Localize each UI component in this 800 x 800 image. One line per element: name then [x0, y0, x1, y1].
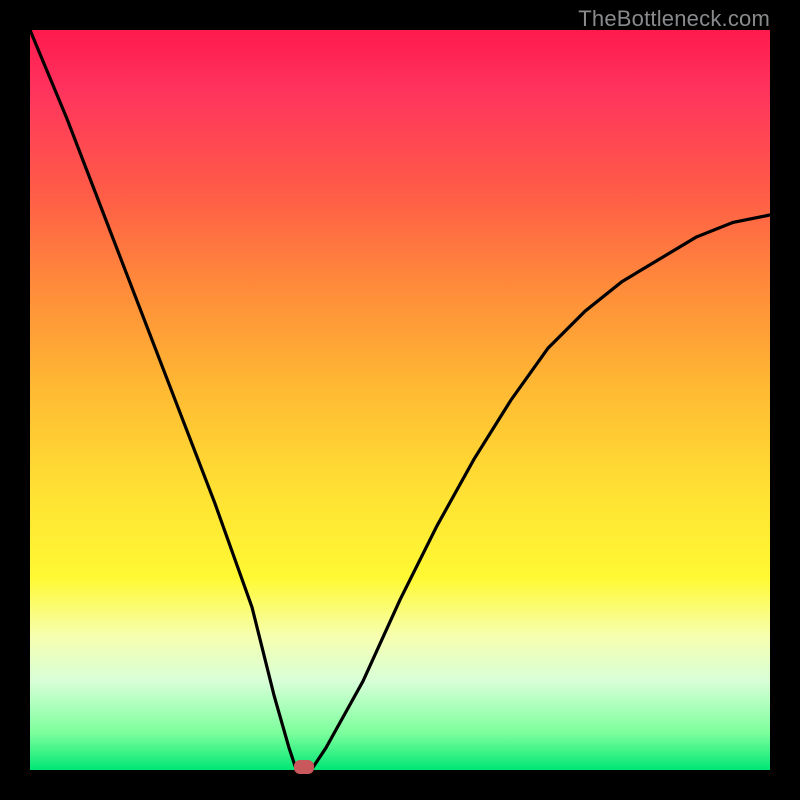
plot-area — [30, 30, 770, 770]
optimum-marker — [294, 760, 314, 774]
watermark-text: TheBottleneck.com — [578, 6, 770, 32]
chart-container: TheBottleneck.com — [0, 0, 800, 800]
bottleneck-curve — [30, 30, 770, 770]
